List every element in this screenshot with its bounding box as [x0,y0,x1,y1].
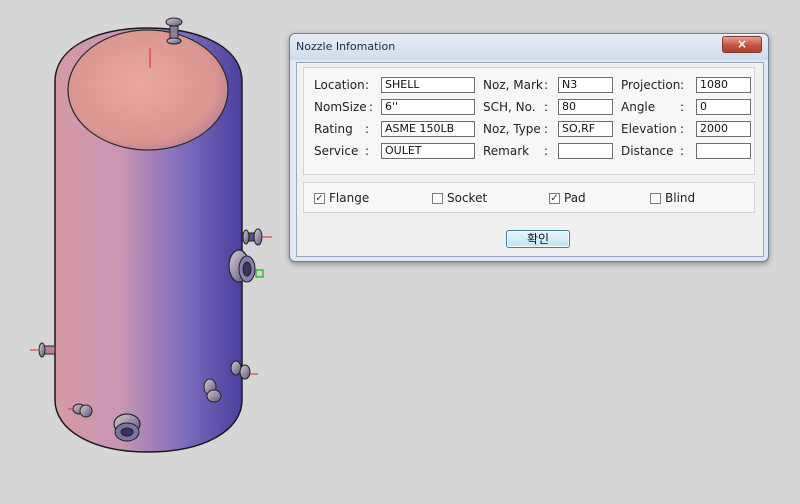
remark-field[interactable] [558,143,613,159]
noz-type-colon: : [544,122,549,136]
right-nozzle-upper [241,228,272,246]
flange-checkbox[interactable]: ✓ [314,193,325,204]
noz-mark-field[interactable]: N3 [558,77,613,93]
close-icon: × [736,37,748,51]
socket-checkbox[interactable] [432,193,443,204]
elevation-field[interactable]: 2000 [696,121,751,137]
rating-field[interactable]: ASME 150LB [381,121,475,137]
service-colon: : [365,144,370,158]
socket-label: Socket [447,191,488,205]
distance-label: Distance [621,144,674,158]
location-field[interactable]: SHELL [381,77,475,93]
dialog-titlebar[interactable]: Nozzle Infomation × [290,34,768,60]
nomsize-colon: : [369,100,374,114]
noz-mark-colon: : [544,78,549,92]
remark-label: Remark [483,144,530,158]
projection-label: Projection [621,78,681,92]
dialog-client-area: Location : SHELL Noz, Mark : N3 Projecti… [296,62,764,257]
flange-label: Flange [329,191,370,205]
distance-field[interactable] [696,143,751,159]
elevation-colon: : [680,122,685,136]
close-button[interactable]: × [722,36,762,53]
blind-label: Blind [665,191,696,205]
nomsize-label: NomSize [314,100,367,114]
left-nozzle [30,342,56,358]
right-nozzle-n3 [228,249,264,283]
angle-colon: : [680,100,685,114]
location-label: Location [314,78,365,92]
location-colon: : [365,78,370,92]
ok-button[interactable]: 확인 [506,230,570,248]
angle-label: Angle [621,100,656,114]
vessel-top-head [67,29,229,151]
pad-label: Pad [564,191,586,205]
blind-checkbox[interactable] [650,193,661,204]
remark-colon: : [544,144,549,158]
service-field[interactable]: OULET [381,143,475,159]
noz-type-label: Noz, Type [483,122,541,136]
noz-type-field[interactable]: SO,RF [558,121,613,137]
sch-no-label: SCH, No. [483,100,536,114]
service-label: Service [314,144,359,158]
dialog-title: Nozzle Infomation [296,40,396,53]
projection-field[interactable]: 1080 [696,77,751,93]
nozzle-info-dialog: Nozzle Infomation × Location : SHELL Noz… [289,33,769,262]
sch-no-colon: : [544,100,549,114]
sch-no-field[interactable]: 80 [558,99,613,115]
noz-mark-label: Noz, Mark [483,78,543,92]
pad-checkbox[interactable]: ✓ [549,193,560,204]
fields-group: Location : SHELL Noz, Mark : N3 Projecti… [303,67,755,175]
elevation-label: Elevation [621,122,677,136]
rating-colon: : [365,122,370,136]
bottom-nozzle-main [113,413,141,442]
nomsize-field[interactable]: 6'' [381,99,475,115]
rating-label: Rating [314,122,353,136]
distance-colon: : [680,144,685,158]
angle-field[interactable]: 0 [696,99,751,115]
options-group: ✓ Flange Socket ✓ Pad Blind [303,182,755,213]
projection-colon: : [680,78,685,92]
